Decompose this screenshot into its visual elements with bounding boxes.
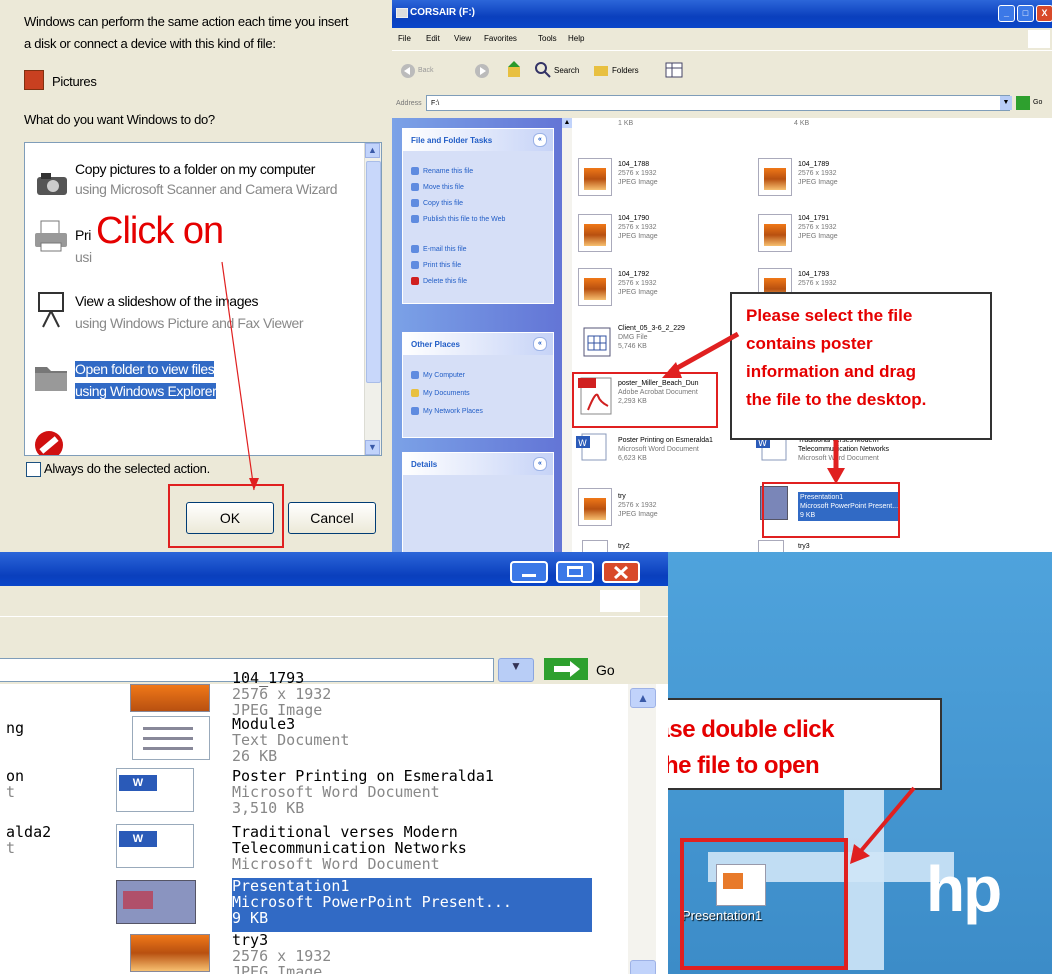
- address-dropdown-icon[interactable]: ▼: [498, 658, 534, 682]
- autoplay-dialog: Windows can perform the same action each…: [0, 0, 392, 552]
- desktop: hp Please double click on the file to op…: [668, 552, 1052, 974]
- jpeg-file-icon[interactable]: [130, 684, 210, 712]
- word-file-icon[interactable]: W: [116, 768, 194, 812]
- file-list-scrollbar[interactable]: ▲: [628, 684, 656, 974]
- text-file-icon[interactable]: [132, 716, 210, 760]
- left-column-fragment: on t: [6, 767, 25, 801]
- toolbar: [0, 616, 668, 657]
- address-bar: ▼ Go: [0, 656, 668, 684]
- left-column-fragment: alda2 t: [6, 823, 52, 857]
- file-item[interactable]: Poster Printing on Esmeralda1 Microsoft W…: [232, 768, 494, 816]
- file-item[interactable]: Module3 Text Document 26 KB: [232, 716, 349, 764]
- windows-logo-icon: [600, 590, 640, 612]
- file-item[interactable]: 104_1793 2576 x 1932 JPEG Image: [232, 670, 331, 718]
- file-item-selected[interactable]: Presentation1 Microsoft PowerPoint Presen…: [232, 878, 592, 932]
- go-arrow-icon[interactable]: [544, 658, 588, 680]
- explorer-window: CORSAIR (F:) _ □ X File Edit View Favori…: [392, 0, 1052, 552]
- annotation-arrow: [221, 261, 259, 491]
- titlebar: [0, 552, 668, 586]
- zoomed-explorer-window: ▼ Go ▲ ng on t alda2 t 104_1793 2576 x 1932…: [0, 552, 668, 974]
- minimize-button[interactable]: [510, 561, 548, 583]
- jpeg-file-icon[interactable]: [130, 934, 210, 972]
- scroll-down-icon[interactable]: [630, 960, 656, 974]
- annotation-arrow: [850, 786, 916, 864]
- maximize-button[interactable]: [556, 561, 594, 583]
- left-column-fragment: ng: [6, 719, 25, 737]
- file-item[interactable]: try3 2576 x 1932 JPEG Image: [232, 932, 331, 974]
- menu-bar: [0, 586, 668, 616]
- close-button[interactable]: [602, 561, 640, 583]
- word-file-icon[interactable]: W: [116, 824, 194, 868]
- file-list: ▲ ng on t alda2 t 104_1793 2576 x 1932 JPEG …: [0, 670, 668, 974]
- ok-highlight-box: [168, 484, 284, 548]
- go-label[interactable]: Go: [596, 662, 615, 678]
- scroll-up-icon[interactable]: ▲: [630, 688, 656, 708]
- powerpoint-file-icon[interactable]: [116, 880, 196, 924]
- annotation-arrows: [662, 331, 845, 484]
- file-item[interactable]: Traditional verses Modern Telecommunicati…: [232, 824, 467, 872]
